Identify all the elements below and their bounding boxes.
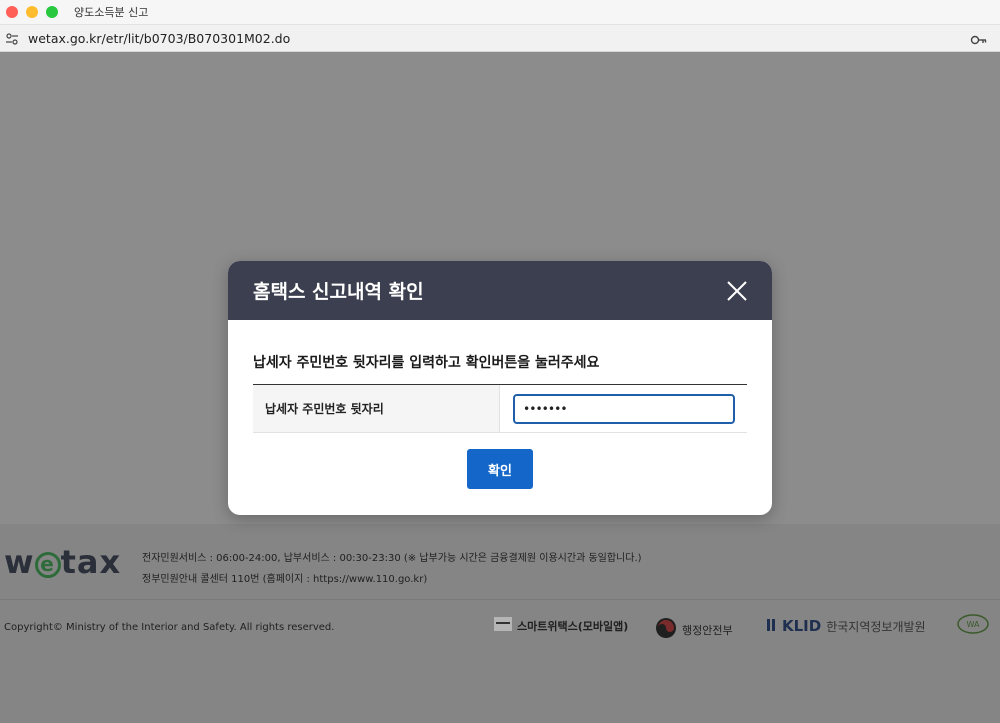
button-row: 확인: [253, 449, 747, 489]
modal-title: 홈택스 신고내역 확인: [253, 281, 424, 303]
klid-abbr: KLID: [782, 617, 822, 635]
field-label: 납세자 주민번호 뒷자리: [253, 385, 500, 432]
field-cell: [500, 385, 747, 432]
ministry-emblem-icon: [655, 617, 677, 642]
window-controls: [6, 6, 58, 18]
smart-wetax-label: 스마트위택스(모바일앱): [517, 619, 629, 633]
confirm-button[interactable]: 확인: [467, 449, 533, 489]
copyright-text: Copyright© Ministry of the Interior and …: [4, 622, 335, 633]
minimize-window-button[interactable]: [26, 6, 38, 18]
close-icon[interactable]: [726, 280, 748, 302]
call-center-text: 정부민원안내 콜센터 110번 (홈페이지 : https://www.110.…: [142, 574, 428, 585]
form-table: 납세자 주민번호 뒷자리: [253, 384, 747, 433]
modal-body: 납세자 주민번호 뒷자리를 입력하고 확인버튼을 눌러주세요 납세자 주민번호 …: [228, 352, 772, 489]
address-bar[interactable]: wetax.go.kr/etr/lit/b0703/B070301M02.do: [0, 24, 1000, 52]
maximize-window-button[interactable]: [46, 6, 58, 18]
wetax-logo[interactable]: w e tax: [4, 543, 121, 581]
modal-header: 홈택스 신고내역 확인: [228, 261, 772, 320]
instruction-text: 납세자 주민번호 뒷자리를 입력하고 확인버튼을 눌러주세요: [253, 355, 600, 371]
klid-icon: [767, 618, 777, 635]
close-window-button[interactable]: [6, 6, 18, 18]
key-icon[interactable]: [970, 32, 988, 46]
site-settings-icon[interactable]: [5, 31, 19, 45]
wa-certification-badge[interactable]: WA: [956, 613, 990, 637]
resident-number-input[interactable]: [513, 393, 735, 424]
window-title: 양도소득분 신고: [74, 6, 149, 19]
footer-divider: [0, 599, 1000, 600]
svg-text:WA: WA: [967, 620, 980, 629]
smart-wetax-icon: [494, 617, 512, 634]
url-text[interactable]: wetax.go.kr/etr/lit/b0703/B070301M02.do: [28, 31, 290, 46]
window-titlebar: 양도소득분 신고: [0, 0, 1000, 24]
ministry-link[interactable]: 행정안전부: [655, 617, 733, 642]
klid-name: 한국지역정보개발원: [826, 619, 926, 634]
homtax-verification-modal: 홈택스 신고내역 확인 납세자 주민번호 뒷자리를 입력하고 확인버튼을 눌러주…: [228, 261, 772, 515]
klid-link[interactable]: KLID 한국지역정보개발원: [767, 617, 926, 635]
smart-wetax-link[interactable]: 스마트위택스(모바일앱): [494, 617, 628, 634]
service-hours-text: 전자민원서비스 : 06:00-24:00, 납부서비스 : 00:30-23:…: [142, 553, 642, 564]
ministry-label: 행정안전부: [682, 623, 733, 637]
